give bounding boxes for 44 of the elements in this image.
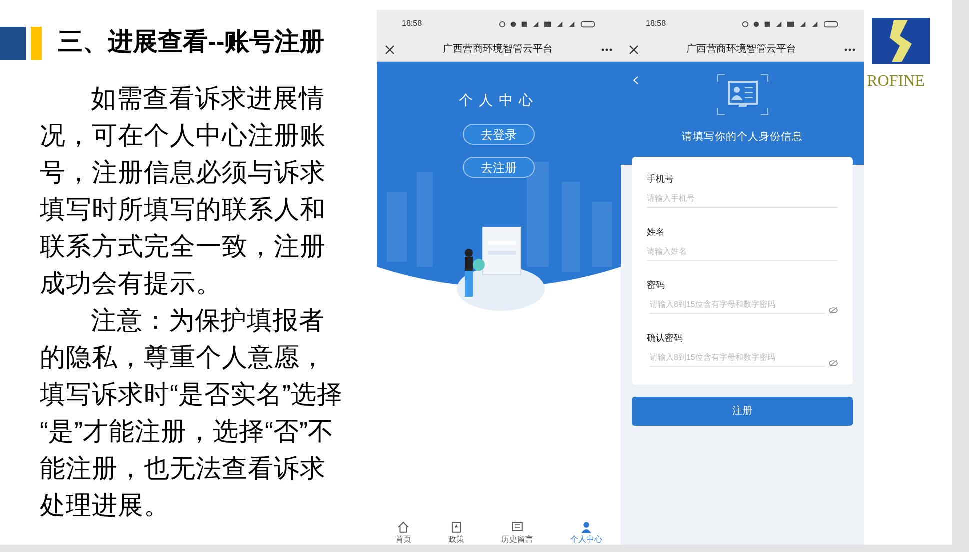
field-label: 确认密码 (647, 332, 684, 345)
dot-icon (753, 20, 760, 28)
logo-text: ROFINE (867, 72, 925, 92)
input-field[interactable]: 请输入8到15位含有字母和数字密码 (650, 296, 825, 314)
status-time: 18:58 (402, 18, 422, 30)
nav-tab[interactable]: 政策 (448, 521, 464, 544)
more-icon[interactable] (601, 48, 613, 52)
form-heading: 请填写你的个人身份信息 (681, 130, 804, 145)
user-icon (580, 521, 593, 534)
battery-icon (823, 20, 839, 28)
input-field[interactable]: 请输入手机号 (647, 190, 838, 208)
field-label: 手机号 (647, 173, 675, 186)
hidden-eye-icon[interactable] (829, 306, 838, 314)
battery-icon (580, 20, 596, 28)
policy-icon (450, 521, 463, 534)
slide-title: 三、进展查看--账号注册 (58, 27, 325, 58)
title-accent (31, 26, 42, 60)
app-title: 广西营商环境智管云平台 (442, 42, 554, 57)
back-icon[interactable] (633, 76, 639, 85)
rounded-button[interactable]: 去登录 (463, 124, 535, 145)
status-time: 18:58 (646, 18, 666, 30)
dot-icon (510, 20, 517, 28)
logo-icon (872, 18, 930, 64)
paragraph: 注意：为保护填报者的隐私，尊重个人意愿，填写诉求时“是否实名”选择“是”才能注册，选择“否”不能注册，也无法查看诉求处理进展。 (40, 306, 344, 522)
close-icon[interactable] (629, 44, 639, 54)
message-icon (511, 521, 524, 534)
hidden-eye-icon[interactable] (829, 360, 838, 366)
rounded-button[interactable]: 去注册 (463, 157, 535, 178)
app-title: 广西营商环境智管云平台 (686, 42, 798, 57)
nav-tab[interactable]: 个人中心 (570, 521, 602, 544)
field-label: 姓名 (647, 226, 666, 239)
more-icon[interactable] (844, 48, 856, 52)
register-button[interactable]: 注册 (632, 397, 853, 426)
nav-tab[interactable]: 首页 (396, 521, 412, 544)
id-card-icon (717, 74, 769, 116)
paragraph: 如需查看诉求进展情况，可在个人中心注册账号，注册信息必须与诉求填写时所填写的联系人和联系方式完全一致，注册成功会有提示。 (40, 84, 327, 300)
page-heading: 个人中心 (458, 91, 540, 110)
home-icon (397, 521, 410, 534)
field-label: 密码 (647, 279, 666, 292)
nav-tab[interactable]: 历史留言 (502, 521, 534, 544)
input-field[interactable]: 请输入姓名 (647, 242, 838, 260)
close-icon[interactable] (385, 44, 395, 54)
title-marker (0, 26, 26, 60)
input-field[interactable]: 请输入8到15位含有字母和数字密码 (650, 348, 825, 366)
